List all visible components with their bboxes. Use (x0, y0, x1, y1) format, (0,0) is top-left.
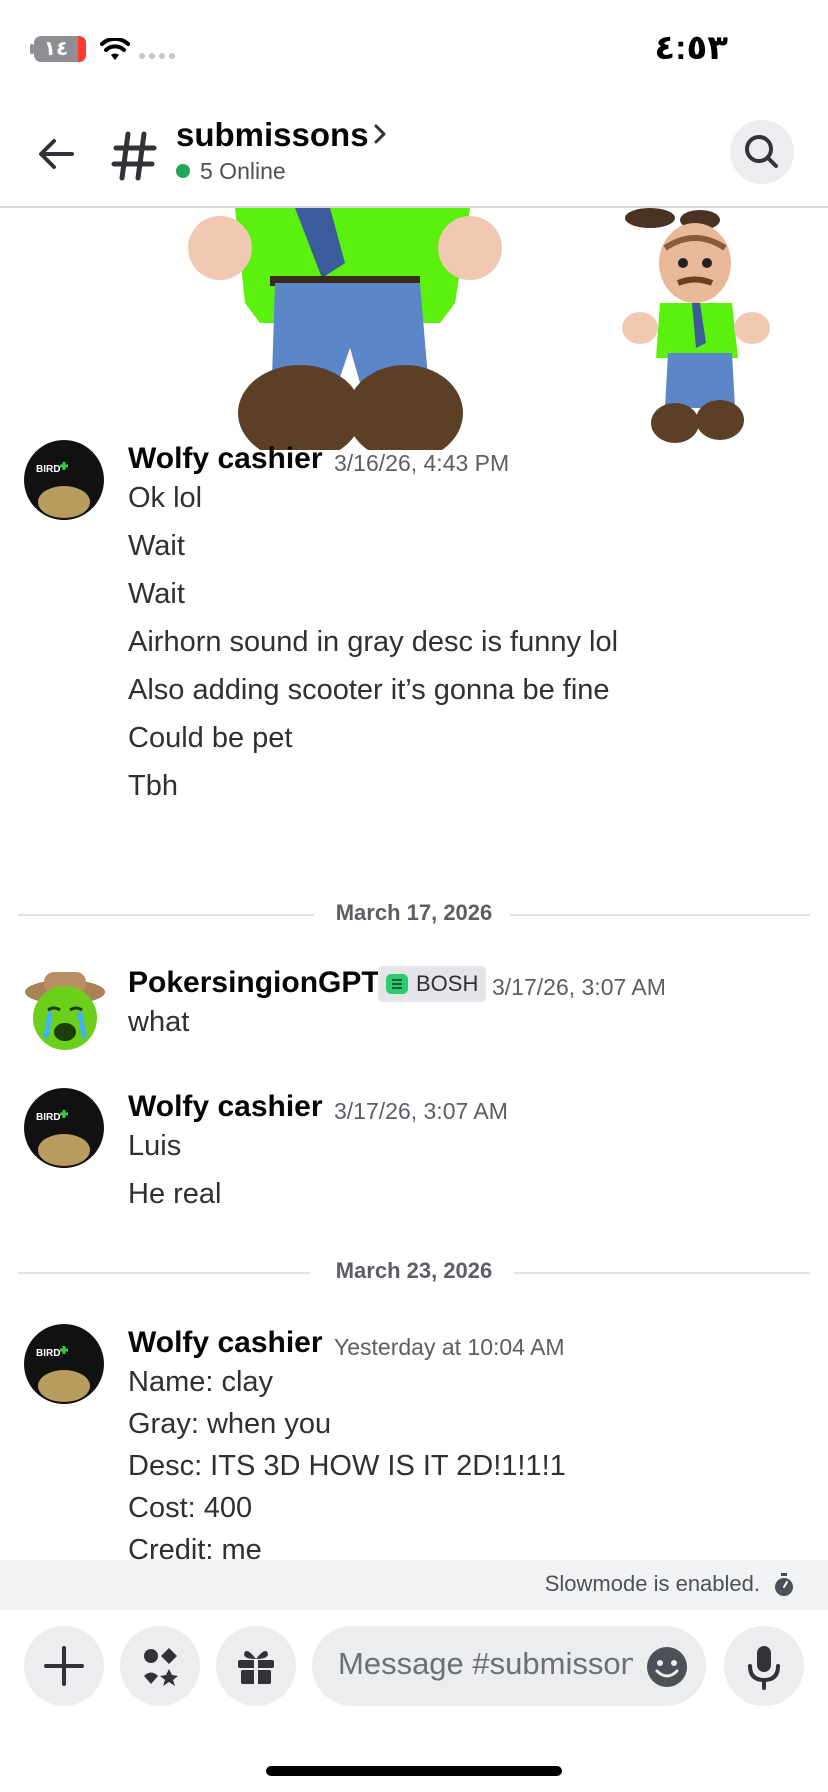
date-divider-label: March 17, 2026 (335, 900, 493, 925)
slowmode-text: Slowmode is enabled. (544, 1571, 760, 1596)
avatar[interactable]: BIRD (24, 1324, 104, 1404)
apps-button[interactable] (120, 1626, 200, 1706)
battery-icon: ١٤ (34, 36, 86, 62)
date-divider-label: March 23, 2026 (335, 1258, 493, 1283)
message-text: Wait (128, 578, 185, 610)
message-text: Also adding scooter it’s gonna be fine (128, 674, 610, 706)
clock: ٤:٥٣ (654, 29, 728, 67)
message-text: Ok lol (128, 482, 203, 514)
author-name[interactable]: Wolfy cashier (128, 1090, 323, 1124)
channel-header: submissons 5 Online (0, 100, 828, 208)
message-text: Name: clay (128, 1366, 274, 1398)
message-group[interactable]: BIRD Wolfy cashier 3/16/26, 4:43 PM Ok l… (0, 440, 828, 802)
add-attachment-button[interactable] (24, 1626, 104, 1706)
message-group[interactable]: PokersingionGPT BOSH 3/17/26, 3:07 AM wh… (0, 964, 828, 1054)
apps-icon (144, 1648, 178, 1686)
message-input-placeholder: Message #submissons (338, 1646, 633, 1681)
role-badge[interactable]: BOSH (378, 966, 487, 1002)
message-group[interactable]: BIRD Wolfy cashier Yesterday at 10:04 AM… (0, 1324, 828, 1560)
online-status-dot (176, 164, 190, 178)
avatar[interactable] (20, 966, 110, 1056)
emoji-icon[interactable] (646, 1646, 688, 1688)
message-feed[interactable]: BIRD Wolfy cashier 3/16/26, 4:43 PM Ok l… (0, 208, 828, 1560)
author-name[interactable]: PokersingionGPT (128, 966, 380, 1000)
message-text: He real (128, 1178, 222, 1210)
image-attachments[interactable] (0, 208, 828, 450)
timestamp: 3/17/26, 3:07 AM (334, 1098, 508, 1124)
channel-title[interactable]: submissons (176, 116, 369, 154)
slowmode-bar: Slowmode is enabled. (0, 1560, 828, 1610)
date-divider: March 17, 2026 (18, 900, 810, 930)
author-name[interactable]: Wolfy cashier (128, 1326, 323, 1360)
message-text: Tbh (128, 770, 178, 802)
cellular-signal-icon (139, 53, 175, 59)
battery-level: ١٤ (43, 38, 69, 60)
message-composer: Message #submissons (0, 1610, 828, 1720)
badge-label: BOSH (416, 971, 479, 996)
channel-hash-icon (111, 131, 157, 181)
message-text: Credit: me (128, 1534, 262, 1560)
message-text: Could be pet (128, 722, 293, 754)
home-indicator[interactable] (266, 1766, 562, 1776)
date-divider: March 23, 2026 (18, 1258, 810, 1288)
timestamp: 3/17/26, 3:07 AM (492, 974, 666, 1000)
svg-text:BIRD: BIRD (36, 1112, 60, 1123)
avatar[interactable]: BIRD (24, 1088, 104, 1168)
message-group[interactable]: BIRD Wolfy cashier 3/17/26, 3:07 AM Luis… (0, 1088, 828, 1228)
wifi-icon (100, 38, 130, 60)
message-input[interactable]: Message #submissons (312, 1626, 706, 1706)
search-icon (745, 135, 778, 168)
message-text: what (128, 1006, 190, 1038)
message-text: Wait (128, 530, 185, 562)
search-button[interactable] (730, 120, 794, 184)
gift-icon (238, 1650, 274, 1684)
voice-message-button[interactable] (724, 1626, 804, 1706)
online-count: 5 Online (200, 158, 286, 184)
plush-image-small (622, 208, 770, 443)
timestamp: 3/16/26, 4:43 PM (334, 450, 510, 476)
svg-text:BIRD: BIRD (36, 464, 60, 475)
status-bar: ١٤ ٤:٥٣ (0, 0, 828, 100)
message-text: Airhorn sound in gray desc is funny lol (128, 626, 619, 658)
message-text: Desc: ITS 3D HOW IS IT 2D!1!1!1 (128, 1450, 566, 1482)
svg-text:BIRD: BIRD (36, 1348, 60, 1359)
plus-icon (44, 1646, 84, 1686)
message-text: Cost: 400 (128, 1492, 253, 1524)
chevron-right-icon[interactable] (372, 122, 388, 146)
badge-icon (386, 974, 408, 994)
gift-button[interactable] (216, 1626, 296, 1706)
stopwatch-icon (775, 1573, 793, 1596)
message-text: Luis (128, 1130, 182, 1162)
back-arrow-icon[interactable] (32, 130, 80, 178)
microphone-icon (748, 1646, 780, 1690)
message-text: Gray: when you (128, 1408, 332, 1440)
timestamp: Yesterday at 10:04 AM (334, 1334, 565, 1360)
avatar[interactable]: BIRD (24, 440, 104, 520)
plush-image-large (188, 208, 502, 450)
author-name[interactable]: Wolfy cashier (128, 442, 323, 476)
